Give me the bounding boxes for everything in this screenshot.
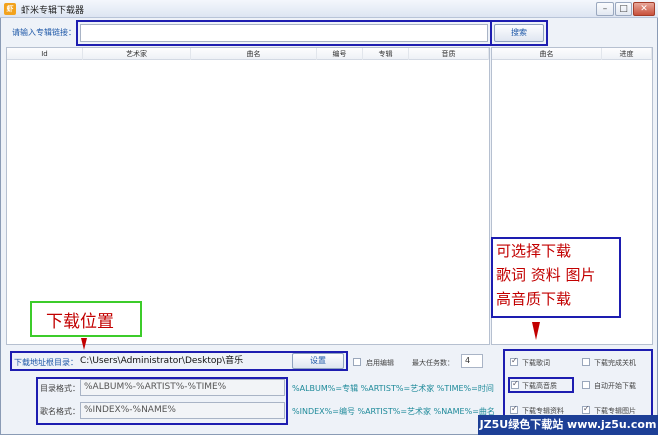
- max-tasks-spinner[interactable]: 4: [461, 354, 483, 368]
- dir-format-hint: %ALBUM%=专辑 %ARTIST%=艺术家 %TIME%=时间: [292, 384, 494, 393]
- shutdown-after-label: 下载完成关机: [594, 359, 636, 367]
- download-hq-label: 下载高音质: [522, 382, 557, 390]
- annotation-text-line1: 可选择下载: [496, 242, 572, 260]
- download-dir-value[interactable]: C:\Users\Administrator\Desktop\音乐: [80, 354, 288, 368]
- download-lyrics-checkbox[interactable]: [510, 356, 518, 366]
- column-header-id[interactable]: Id: [7, 48, 83, 60]
- minimize-button[interactable]: –: [596, 2, 614, 16]
- dir-format-label: 目录格式：: [40, 384, 80, 393]
- annotation-text-location: 下载位置: [46, 312, 114, 332]
- maximize-button[interactable]: □: [615, 2, 632, 16]
- column-header-album[interactable]: 专辑: [363, 48, 409, 60]
- column-header-index[interactable]: 编号: [317, 48, 363, 60]
- arrow-down-small-icon: [81, 338, 87, 350]
- download-album-cover-checkbox[interactable]: [582, 404, 590, 414]
- site-watermark: JZ5U绿色下载站 www.jz5u.com: [478, 415, 658, 435]
- enable-edit-label: 启用编辑: [366, 359, 394, 367]
- download-album-info-checkbox[interactable]: [510, 404, 518, 414]
- column-header-artist[interactable]: 艺术家: [83, 48, 191, 60]
- annotation-text-line3: 高音质下载: [496, 290, 572, 308]
- download-dir-label: 下载地址根目录：: [14, 358, 78, 367]
- title-bar: [0, 0, 658, 18]
- name-format-label: 歌名格式：: [40, 407, 80, 416]
- search-button[interactable]: 搜索: [494, 24, 544, 42]
- download-hq-checkbox[interactable]: [511, 379, 519, 389]
- album-link-input[interactable]: [80, 24, 488, 42]
- column-header-quality[interactable]: 音质: [409, 48, 489, 60]
- name-format-input[interactable]: %INDEX%-%NAME%: [80, 402, 285, 419]
- enable-edit-checkbox[interactable]: [353, 358, 361, 366]
- arrow-down-icon: [532, 322, 540, 340]
- app-icon: 虾: [4, 3, 16, 15]
- album-link-label: 请输入专辑链接：: [12, 28, 76, 37]
- set-dir-button[interactable]: 设置: [292, 353, 344, 369]
- max-tasks-label: 最大任务数：: [412, 359, 454, 367]
- column-header-song-name[interactable]: 曲名: [492, 48, 602, 60]
- window-title: 虾米专辑下载器: [21, 6, 85, 16]
- shutdown-after-checkbox[interactable]: [582, 358, 590, 366]
- name-format-hint: %INDEX%=编号 %ARTIST%=艺术家 %NAME%=曲名: [292, 407, 495, 416]
- close-button[interactable]: ✕: [633, 2, 655, 16]
- dir-format-input[interactable]: %ALBUM%-%ARTIST%-%TIME%: [80, 379, 285, 396]
- auto-start-label: 自动开始下载: [594, 382, 636, 390]
- auto-start-checkbox[interactable]: [582, 381, 590, 389]
- column-header-title[interactable]: 曲名: [191, 48, 317, 60]
- annotation-text-line2: 歌词 资料 图片: [496, 266, 596, 284]
- download-lyrics-label: 下载歌词: [522, 359, 550, 367]
- column-header-progress[interactable]: 进度: [602, 48, 652, 60]
